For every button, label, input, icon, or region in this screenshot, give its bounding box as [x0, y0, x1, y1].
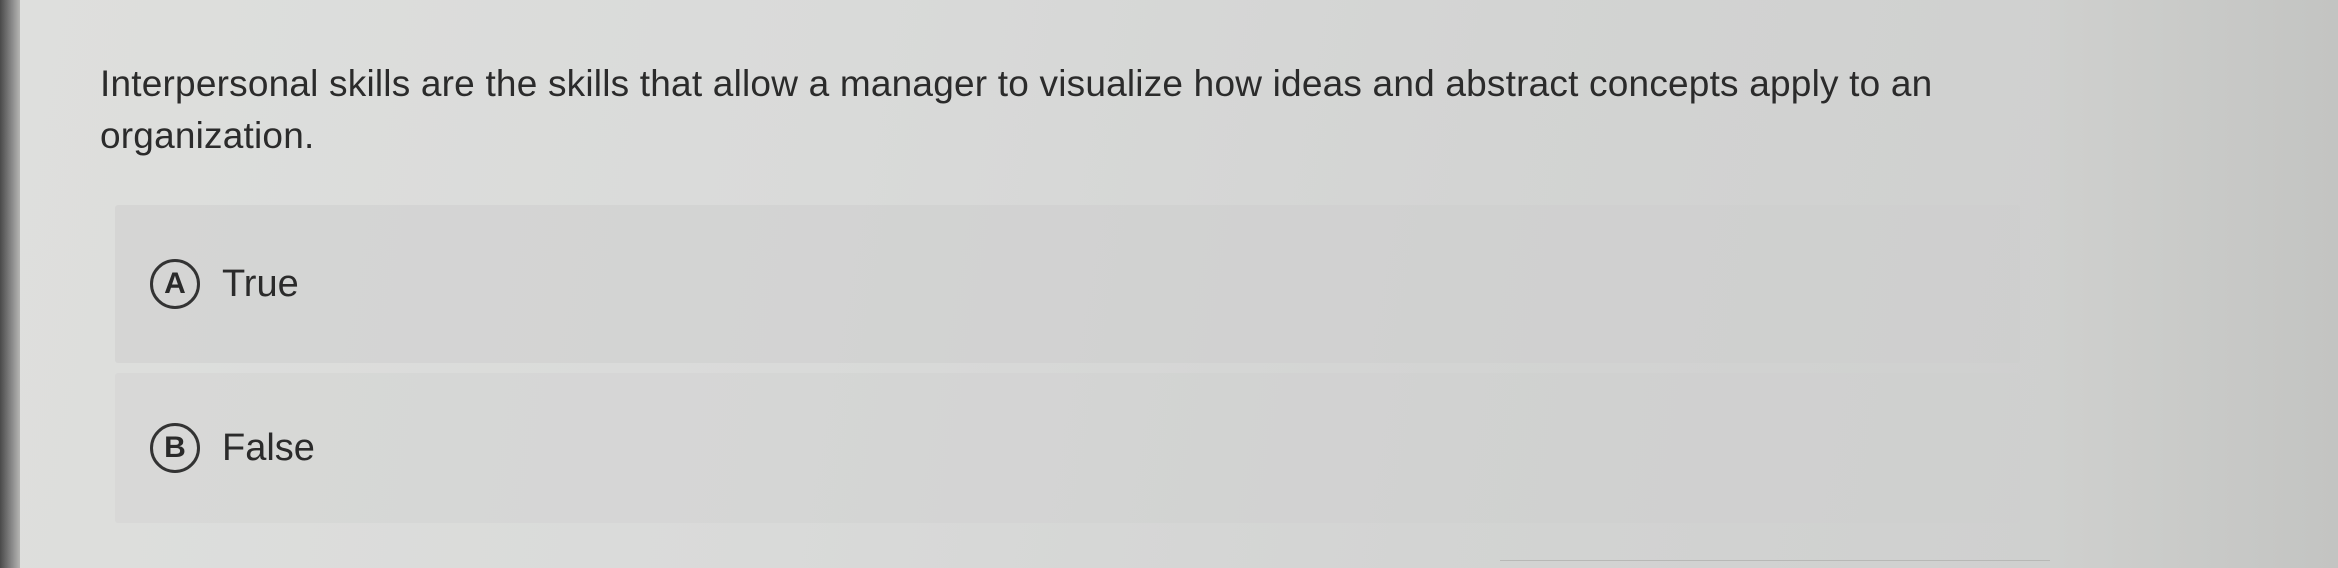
option-b-letter-badge[interactable]: B: [150, 423, 200, 473]
answer-options: A True B False: [115, 205, 2020, 523]
option-b-label[interactable]: False: [222, 427, 315, 470]
option-b[interactable]: B False: [115, 373, 2020, 523]
option-a[interactable]: A True: [115, 205, 2020, 363]
option-a-letter-badge[interactable]: A: [150, 259, 200, 309]
right-margin: [2050, 0, 2338, 568]
question-text: Interpersonal skills are the skills that…: [100, 63, 1933, 156]
divider: [1500, 560, 2050, 561]
screen-edge: [0, 0, 20, 568]
option-a-label[interactable]: True: [222, 263, 299, 306]
